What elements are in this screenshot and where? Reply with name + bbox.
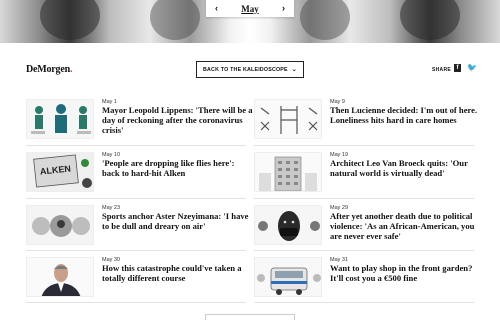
- next-month-arrow-icon[interactable]: ›: [282, 4, 285, 13]
- article-card[interactable]: May 31 Want to play shop in the front ga…: [254, 257, 482, 299]
- logo[interactable]: DeMorgen.: [26, 64, 72, 75]
- chevron-down-icon: ⌄: [291, 67, 297, 73]
- divider: [254, 250, 474, 251]
- share-label: SHARE: [432, 67, 452, 73]
- back-to-kaleidoscope-button[interactable]: BACK TO THE KALEIDOSCOPE ⌄: [196, 61, 304, 78]
- alken-sign-image: ALKEN: [27, 153, 93, 191]
- facebook-icon[interactable]: f: [454, 64, 461, 72]
- twitter-icon[interactable]: 🐦: [467, 64, 477, 72]
- article-thumbnail: [26, 205, 94, 245]
- hero-face-left: [40, 0, 100, 40]
- divider: [254, 145, 474, 146]
- sports-anchor-image: [27, 206, 93, 244]
- divider: [26, 198, 246, 199]
- divider: [254, 198, 474, 199]
- divider: [26, 302, 246, 303]
- article-card[interactable]: May 19 Architect Leo Van Broeck quits: '…: [254, 152, 482, 194]
- article-title[interactable]: Mayor Leopold Lippens: 'There will be a …: [102, 105, 254, 135]
- back-button-label: BACK TO THE KALEIDOSCOPE: [203, 66, 288, 73]
- divider: [26, 145, 246, 146]
- article-card[interactable]: May 9 Then Lucienne decided: I'm out of …: [254, 99, 482, 141]
- article-thumbnail: [254, 205, 322, 245]
- article-thumbnail: [254, 99, 322, 139]
- walker-image: [255, 100, 321, 138]
- article-thumbnail: ALKEN: [26, 152, 94, 192]
- logo-dot: .: [69, 64, 73, 75]
- article-title[interactable]: After yet another death due to political…: [330, 211, 482, 241]
- article-card[interactable]: ALKEN May 10 'People are dropping like f…: [26, 152, 254, 194]
- article-thumbnail: [254, 257, 322, 297]
- police-van-image: [255, 258, 321, 296]
- hero-face-right-2: [400, 0, 460, 40]
- load-more-button[interactable]: [205, 314, 295, 320]
- article-title[interactable]: 'People are dropping like flies here': b…: [102, 158, 254, 178]
- article-thumbnail: [26, 99, 94, 139]
- mayor-figures-image: [27, 100, 93, 138]
- masked-face-image: [255, 206, 321, 244]
- divider: [26, 250, 246, 251]
- prev-month-arrow-icon[interactable]: ‹: [215, 4, 218, 13]
- hero-face-right: [300, 0, 350, 40]
- article-title[interactable]: Sports anchor Aster Nzeyimana: 'I have t…: [102, 211, 254, 231]
- article-title[interactable]: Then Lucienne decided: I'm out of here. …: [330, 105, 482, 125]
- article-card[interactable]: May 23 Sports anchor Aster Nzeyimana: 'I…: [26, 205, 254, 247]
- logo-text: DeMorgen: [26, 64, 70, 75]
- article-card[interactable]: May 1 Mayor Leopold Lippens: 'There will…: [26, 99, 254, 141]
- hero-face-left-2: [150, 0, 200, 40]
- current-month[interactable]: May: [241, 4, 259, 14]
- article-title[interactable]: How this catastrophe could've taken a to…: [102, 263, 254, 283]
- article-title[interactable]: Architect Leo Van Broeck quits: 'Our nat…: [330, 158, 482, 178]
- article-thumbnail: [254, 152, 322, 192]
- article-thumbnail: [26, 257, 94, 297]
- month-navigator: ‹ May ›: [206, 0, 294, 17]
- divider: [254, 302, 474, 303]
- article-title[interactable]: Want to play shop in the front garden? I…: [330, 263, 482, 283]
- hero-banner: ‹ May ›: [0, 0, 500, 43]
- building-image: [255, 153, 321, 191]
- article-card[interactable]: May 29 After yet another death due to po…: [254, 205, 482, 247]
- article-card[interactable]: May 30 How this catastrophe could've tak…: [26, 257, 254, 299]
- man-portrait-image: [27, 258, 93, 296]
